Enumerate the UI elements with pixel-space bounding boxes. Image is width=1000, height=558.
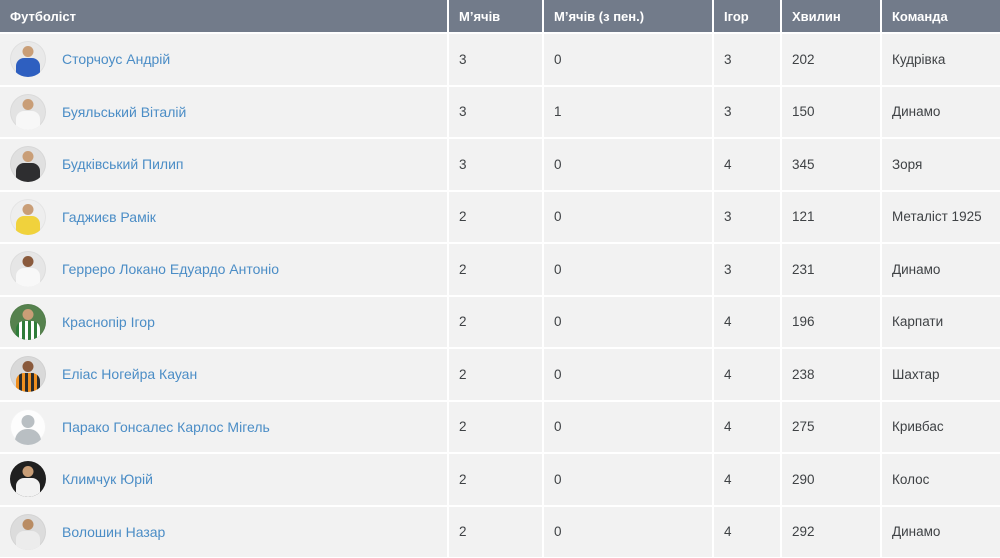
player-cell: Герреро Локано Едуардо Антоніо bbox=[0, 243, 448, 297]
team-cell: Динамо bbox=[880, 505, 1000, 557]
goals-cell: 2 bbox=[447, 295, 543, 349]
minutes-cell: 121 bbox=[780, 190, 881, 244]
player-avatar bbox=[10, 356, 46, 393]
minutes-cell: 275 bbox=[780, 400, 881, 454]
games-cell: 3 bbox=[712, 243, 781, 297]
player-cell: Будківський Пилип bbox=[0, 138, 448, 192]
column-header-goals: М’ячів bbox=[447, 0, 543, 34]
table-row: Сторчоус Андрій 3 0 3 202 Кудрівка bbox=[0, 33, 1000, 87]
team-cell: Динамо bbox=[880, 85, 1000, 139]
column-header-games: Ігор bbox=[712, 0, 781, 34]
table-row: Герреро Локано Едуардо Антоніо 2 0 3 231 Дина… bbox=[0, 243, 1000, 297]
column-header-penalty-goals: М’ячів (з пен.) bbox=[542, 0, 713, 34]
goals-cell: 3 bbox=[447, 33, 543, 87]
games-cell: 3 bbox=[712, 85, 781, 139]
player-name-link[interactable]: Климчук Юрій bbox=[62, 471, 153, 487]
penalty-goals-cell: 0 bbox=[542, 33, 713, 87]
minutes-cell: 292 bbox=[780, 505, 881, 557]
player-name-link[interactable]: Будківський Пилип bbox=[62, 156, 184, 172]
team-cell: Кривбас bbox=[880, 400, 1000, 454]
player-name-link[interactable]: Сторчоус Андрій bbox=[62, 51, 170, 67]
player-cell: Климчук Юрій bbox=[0, 453, 448, 507]
games-cell: 4 bbox=[712, 400, 781, 454]
table-row: Гаджиєв Рамік 2 0 3 121 Металіст 1925 bbox=[0, 190, 1000, 244]
table-header: Футболіст М’ячів М’ячів (з пен.) Ігор Хв… bbox=[0, 0, 1000, 34]
games-cell: 4 bbox=[712, 453, 781, 507]
player-avatar bbox=[10, 146, 46, 183]
goals-cell: 2 bbox=[447, 190, 543, 244]
goals-cell: 3 bbox=[447, 85, 543, 139]
player-avatar-placeholder-icon bbox=[10, 408, 46, 445]
minutes-cell: 290 bbox=[780, 453, 881, 507]
player-name-link[interactable]: Гаджиєв Рамік bbox=[62, 209, 156, 225]
penalty-goals-cell: 0 bbox=[542, 295, 713, 349]
table-row: Буяльський Віталій 3 1 3 150 Динамо bbox=[0, 85, 1000, 139]
player-name-link[interactable]: Еліас Ногейра Кауан bbox=[62, 366, 197, 382]
player-cell: Еліас Ногейра Кауан bbox=[0, 348, 448, 402]
player-avatar bbox=[10, 513, 46, 550]
games-cell: 4 bbox=[712, 138, 781, 192]
goals-cell: 2 bbox=[447, 453, 543, 507]
penalty-goals-cell: 0 bbox=[542, 400, 713, 454]
penalty-goals-cell: 0 bbox=[542, 453, 713, 507]
table-row: Волошин Назар 2 0 4 292 Динамо bbox=[0, 505, 1000, 557]
minutes-cell: 196 bbox=[780, 295, 881, 349]
player-avatar bbox=[10, 93, 46, 130]
column-header-team: Команда bbox=[880, 0, 1000, 34]
penalty-goals-cell: 0 bbox=[542, 190, 713, 244]
minutes-cell: 231 bbox=[780, 243, 881, 297]
player-avatar bbox=[10, 41, 46, 78]
player-avatar bbox=[10, 198, 46, 235]
player-cell: Сторчоус Андрій bbox=[0, 33, 448, 87]
table-body: Сторчоус Андрій 3 0 3 202 Кудрівка Буяльський … bbox=[0, 33, 1000, 557]
team-cell: Металіст 1925 bbox=[880, 190, 1000, 244]
minutes-cell: 345 bbox=[780, 138, 881, 192]
games-cell: 4 bbox=[712, 348, 781, 402]
player-avatar bbox=[10, 303, 46, 340]
player-cell: Гаджиєв Рамік bbox=[0, 190, 448, 244]
player-avatar bbox=[10, 251, 46, 288]
player-cell: Парако Гонсалес Карлос Мігель bbox=[0, 400, 448, 454]
penalty-goals-cell: 0 bbox=[542, 505, 713, 557]
team-cell: Зоря bbox=[880, 138, 1000, 192]
penalty-goals-cell: 1 bbox=[542, 85, 713, 139]
table-row: Будківський Пилип 3 0 4 345 Зоря bbox=[0, 138, 1000, 192]
games-cell: 3 bbox=[712, 33, 781, 87]
player-cell: Волошин Назар bbox=[0, 505, 448, 557]
player-name-link[interactable]: Краснопір Ігор bbox=[62, 314, 155, 330]
minutes-cell: 150 bbox=[780, 85, 881, 139]
goals-cell: 3 bbox=[447, 138, 543, 192]
goals-cell: 2 bbox=[447, 400, 543, 454]
goals-cell: 2 bbox=[447, 243, 543, 297]
team-cell: Динамо bbox=[880, 243, 1000, 297]
table-row: Парако Гонсалес Карлос Мігель 2 0 4 275 Кривб… bbox=[0, 400, 1000, 454]
table-row: Краснопір Ігор 2 0 4 196 Карпати bbox=[0, 295, 1000, 349]
penalty-goals-cell: 0 bbox=[542, 138, 713, 192]
games-cell: 4 bbox=[712, 295, 781, 349]
team-cell: Карпати bbox=[880, 295, 1000, 349]
player-name-link[interactable]: Парако Гонсалес Карлос Мігель bbox=[62, 419, 270, 435]
goals-cell: 2 bbox=[447, 348, 543, 402]
player-cell: Буяльський Віталій bbox=[0, 85, 448, 139]
goals-cell: 2 bbox=[447, 505, 543, 557]
player-name-link[interactable]: Герреро Локано Едуардо Антоніо bbox=[62, 261, 279, 277]
minutes-cell: 202 bbox=[780, 33, 881, 87]
minutes-cell: 238 bbox=[780, 348, 881, 402]
team-cell: Кудрівка bbox=[880, 33, 1000, 87]
player-cell: Краснопір Ігор bbox=[0, 295, 448, 349]
games-cell: 3 bbox=[712, 190, 781, 244]
table-row: Климчук Юрій 2 0 4 290 Колос bbox=[0, 453, 1000, 507]
column-header-minutes: Хвилин bbox=[780, 0, 881, 34]
player-name-link[interactable]: Волошин Назар bbox=[62, 524, 165, 540]
top-scorers-table: Футболіст М’ячів М’ячів (з пен.) Ігор Хв… bbox=[0, 0, 1000, 557]
team-cell: Колос bbox=[880, 453, 1000, 507]
team-cell: Шахтар bbox=[880, 348, 1000, 402]
player-avatar bbox=[10, 461, 46, 498]
games-cell: 4 bbox=[712, 505, 781, 557]
penalty-goals-cell: 0 bbox=[542, 348, 713, 402]
player-name-link[interactable]: Буяльський Віталій bbox=[62, 104, 186, 120]
penalty-goals-cell: 0 bbox=[542, 243, 713, 297]
table-row: Еліас Ногейра Кауан 2 0 4 238 Шахтар bbox=[0, 348, 1000, 402]
column-header-player: Футболіст bbox=[0, 0, 448, 34]
